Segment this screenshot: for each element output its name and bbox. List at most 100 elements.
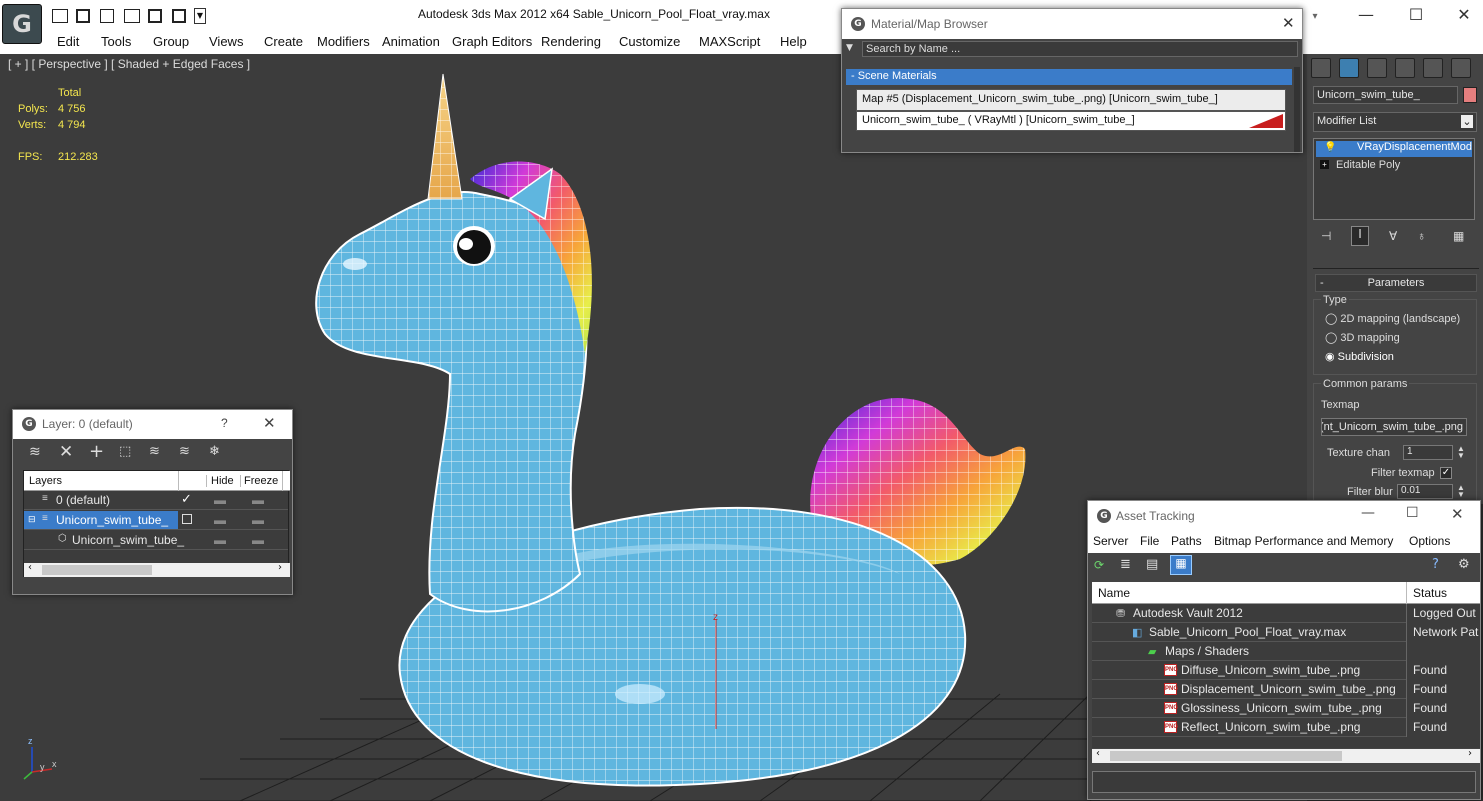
undo-icon[interactable]	[148, 9, 162, 23]
asset-row[interactable]: PNG Reflect_Unicorn_swim_tube_.png Found	[1092, 718, 1480, 737]
menu-graph-editors[interactable]: Graph Editors	[452, 34, 532, 49]
asset-row[interactable]: PNG Displacement_Unicorn_swim_tube_.png Fo…	[1092, 680, 1480, 699]
close-icon[interactable]: ✕	[1451, 505, 1464, 523]
scroll-right-icon[interactable]: ›	[278, 562, 282, 573]
menu-modifiers[interactable]: Modifiers	[317, 34, 370, 49]
texture-chan-spinner[interactable]: 1	[1403, 445, 1453, 460]
modify-tab-icon[interactable]	[1339, 58, 1359, 78]
highlight-layer-icon[interactable]: ≋	[149, 444, 160, 459]
qa-dropdown-icon[interactable]: ▼	[194, 8, 206, 24]
scroll-right-icon[interactable]: ›	[1468, 748, 1472, 759]
col-layers[interactable]: Layers	[29, 475, 62, 487]
freeze-toggle[interactable]: ▬	[252, 513, 264, 527]
refresh-icon[interactable]: ⟳	[1094, 558, 1108, 572]
asset-row[interactable]: ⛃ Autodesk Vault 2012 Logged Out	[1092, 604, 1480, 623]
maximize-button[interactable]: ☐	[1406, 505, 1419, 521]
create-tab-icon[interactable]	[1311, 58, 1331, 78]
redo-icon[interactable]	[172, 9, 186, 23]
close-button[interactable]: ✕	[1454, 5, 1474, 25]
layer-row-unicorn[interactable]: ⊟ ⊟ ≡ Unicorn_swim_tube_ ▬ ▬	[24, 511, 288, 530]
radio-2d-mapping[interactable]: ◯ 2D mapping (landscape)	[1325, 312, 1460, 325]
hide-toggle[interactable]: ▬	[214, 533, 226, 547]
minimize-button[interactable]: —	[1361, 505, 1375, 521]
horizontal-scrollbar[interactable]: ‹ ›	[1092, 748, 1480, 763]
close-icon[interactable]: ✕	[1282, 14, 1295, 32]
scroll-left-icon[interactable]: ‹	[28, 562, 32, 573]
hide-toggle[interactable]: ▬	[214, 493, 226, 507]
display-tab-icon[interactable]	[1423, 58, 1443, 78]
active-layer-check-icon[interactable]: ✓	[181, 491, 192, 507]
menu-create[interactable]: Create	[264, 34, 303, 49]
scrollbar[interactable]	[1294, 67, 1300, 152]
app-logo-icon[interactable]: G	[2, 4, 42, 44]
save-icon[interactable]	[76, 9, 90, 23]
filter-blur-spinner[interactable]: 0.01	[1397, 484, 1453, 499]
pin-stack-icon[interactable]: ⊣	[1321, 229, 1331, 243]
freeze-toggle[interactable]: ▬	[252, 493, 264, 507]
layer-window-titlebar[interactable]: G Layer: 0 (default) ? ✕	[13, 410, 292, 439]
remove-modifier-icon[interactable]: ♁	[1417, 229, 1426, 243]
col-freeze[interactable]: Freeze	[240, 475, 278, 487]
col-hide[interactable]: Hide	[206, 475, 234, 487]
help-button[interactable]: ?	[221, 416, 228, 430]
radio-subdivision[interactable]: ◉ Subdivision	[1325, 350, 1394, 363]
close-icon[interactable]: ✕	[263, 414, 276, 432]
menu-group[interactable]: Group	[153, 34, 189, 49]
stack-item-vraydisplacement[interactable]: 💡 VRayDisplacementMod	[1316, 141, 1472, 157]
lightbulb-icon[interactable]: 💡	[1324, 142, 1336, 153]
object-color-swatch[interactable]	[1463, 87, 1477, 103]
layer-row-default[interactable]: ≡ 0 (default) ✓ ▬ ▬	[24, 491, 288, 510]
col-name[interactable]: Name	[1098, 586, 1130, 600]
asset-row[interactable]: PNG Glossiness_Unicorn_swim_tube_.png Foun…	[1092, 699, 1480, 718]
scroll-thumb[interactable]	[42, 565, 152, 575]
viewport-label[interactable]: [ + ] [ Perspective ] [ Shaded + Edged F…	[8, 57, 250, 71]
object-name-field[interactable]: Unicorn_swim_tube_	[1313, 86, 1458, 104]
scroll-thumb[interactable]	[1110, 751, 1342, 761]
texmap-button[interactable]: nt_Unicorn_swim_tube_.png)	[1321, 418, 1467, 436]
asset-tracking-titlebar[interactable]: G Asset Tracking — ☐ ✕	[1088, 501, 1480, 531]
menu-help[interactable]: Help	[780, 34, 807, 49]
menu-server[interactable]: Server	[1093, 534, 1128, 548]
material-list-item[interactable]: Unicorn_swim_tube_ ( VRayMtl ) [Unicorn_…	[856, 111, 1286, 131]
settings-icon[interactable]: ⚙	[1458, 557, 1470, 572]
delete-layer-icon[interactable]: ✕	[59, 442, 73, 462]
stack-item-editable-poly[interactable]: + Editable Poly	[1318, 159, 1474, 175]
menu-rendering[interactable]: Rendering	[541, 34, 601, 49]
configure-sets-icon[interactable]: ▦	[1453, 229, 1464, 243]
thumbnail-view-icon[interactable]: ▤	[1146, 557, 1158, 572]
show-end-result-icon[interactable]: I	[1351, 226, 1369, 246]
object-row-unicorn[interactable]: ⬡ Unicorn_swim_tube_ ▬ ▬	[24, 531, 288, 550]
asset-path-field[interactable]	[1092, 771, 1476, 793]
spinner-arrows-icon[interactable]: ▲ ▼	[1457, 445, 1465, 460]
radio-3d-mapping[interactable]: ◯ 3D mapping	[1325, 331, 1400, 344]
menu-tools[interactable]: Tools	[101, 34, 131, 49]
list-view-icon[interactable]: ≣	[1120, 557, 1131, 572]
material-browser-titlebar[interactable]: G Material/Map Browser ✕	[842, 9, 1302, 39]
menu-paths[interactable]: Paths	[1171, 534, 1202, 548]
menu-animation[interactable]: Animation	[382, 34, 440, 49]
menu-options[interactable]: Options	[1409, 534, 1450, 548]
help-icon[interactable]: ?	[1432, 557, 1439, 572]
col-status[interactable]: Status	[1406, 582, 1447, 604]
material-list-item[interactable]: Map #5 (Displacement_Unicorn_swim_tube_.…	[856, 89, 1286, 111]
asset-row[interactable]: ◧ Sable_Unicorn_Pool_Float_vray.max Networ…	[1092, 623, 1480, 642]
set-active-layer-icon[interactable]	[182, 514, 192, 524]
asset-row[interactable]: PNG Diffuse_Unicorn_swim_tube_.png Found	[1092, 661, 1480, 680]
menu-edit[interactable]: Edit	[57, 34, 79, 49]
freeze-toggle[interactable]: ▬	[252, 533, 264, 547]
add-to-layer-icon[interactable]: +	[89, 441, 104, 462]
maximize-button[interactable]: ☐	[1406, 5, 1426, 25]
menu-maxscript[interactable]: MAXScript	[699, 34, 760, 49]
minimize-button[interactable]: —	[1356, 5, 1376, 25]
parameters-rollout-header[interactable]: - Parameters	[1315, 274, 1477, 292]
make-unique-icon[interactable]: ∀	[1389, 229, 1397, 243]
scene-materials-group[interactable]: - Scene Materials	[846, 69, 1292, 85]
asset-row[interactable]: ▰ Maps / Shaders	[1092, 642, 1480, 661]
freeze-all-icon[interactable]: ❄	[209, 444, 220, 459]
browser-options-icon[interactable]: ▼	[846, 43, 853, 53]
spinner-arrows-icon[interactable]: ▲ ▼	[1457, 484, 1465, 499]
create-layer-icon[interactable]: ≋	[29, 444, 41, 460]
scroll-left-icon[interactable]: ‹	[1096, 748, 1100, 759]
menu-bitmap-performance[interactable]: Bitmap Performance and Memory	[1214, 534, 1393, 548]
menu-customize[interactable]: Customize	[619, 34, 680, 49]
